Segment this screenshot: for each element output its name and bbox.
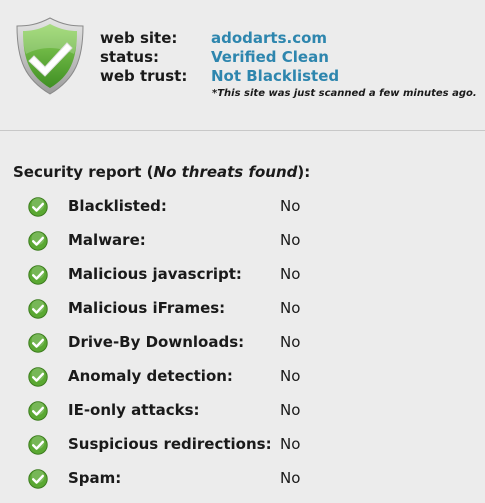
report-item-label: Suspicious redirections: — [68, 435, 272, 453]
report-item-value: No — [280, 299, 301, 317]
report-item-label: Malicious iFrames: — [68, 299, 226, 317]
report-item: Suspicious redirections: No — [0, 432, 485, 466]
report-item-label: Spam: — [68, 469, 122, 487]
check-circle-icon — [28, 401, 48, 421]
check-circle-icon — [28, 197, 48, 217]
web-site-row: web site: adodarts.com — [100, 29, 339, 48]
heading-suffix: ): — [297, 163, 311, 181]
report-item-value: No — [280, 231, 301, 249]
status-row: status: Verified Clean — [100, 48, 339, 67]
report-item-value: No — [280, 367, 301, 385]
shield-check-icon — [16, 17, 84, 95]
scan-note: *This site was just scanned a few minute… — [212, 88, 477, 99]
report-item: IE-only attacks: No — [0, 398, 485, 432]
check-circle-icon — [28, 231, 48, 251]
report-item-label: Drive-By Downloads: — [68, 333, 245, 351]
report-item: Malicious javascript: No — [0, 262, 485, 296]
check-circle-icon — [28, 367, 48, 387]
report-item-value: No — [280, 401, 301, 419]
web-site-value[interactable]: adodarts.com — [211, 29, 327, 48]
check-circle-icon — [28, 265, 48, 285]
report-item-label: Malicious javascript: — [68, 265, 242, 283]
check-circle-icon — [28, 299, 48, 319]
report-item-label: IE-only attacks: — [68, 401, 200, 419]
heading-prefix: Security report ( — [13, 163, 154, 181]
check-circle-icon — [28, 435, 48, 455]
report-item: Drive-By Downloads: No — [0, 330, 485, 364]
web-trust-row: web trust: Not Blacklisted — [100, 67, 339, 86]
report-item: Blacklisted: No — [0, 194, 485, 228]
heading-emphasis: No threats found — [153, 163, 298, 181]
web-trust-label: web trust: — [100, 67, 188, 85]
report-item: Malicious iFrames: No — [0, 296, 485, 330]
report-heading: Security report (No threats found): — [13, 163, 310, 181]
report-list: Blacklisted: No Malware: No Malicious javasc… — [0, 194, 485, 500]
site-summary: web site: adodarts.com status: Verified … — [0, 0, 485, 131]
report-item-label: Anomaly detection: — [68, 367, 233, 385]
report-item: Malware: No — [0, 228, 485, 262]
report-item-label: Malware: — [68, 231, 146, 249]
web-trust-value: Not Blacklisted — [211, 67, 340, 85]
report-item: Anomaly detection: No — [0, 364, 485, 398]
report-item-value: No — [280, 435, 301, 453]
report-item-label: Blacklisted: — [68, 197, 167, 215]
report-item-value: No — [280, 469, 301, 487]
status-value: Verified Clean — [211, 48, 329, 66]
web-site-label: web site: — [100, 29, 178, 47]
site-info: web site: adodarts.com status: Verified … — [100, 29, 339, 86]
check-circle-icon — [28, 469, 48, 489]
status-label: status: — [100, 48, 159, 66]
check-circle-icon — [28, 333, 48, 353]
report-item-value: No — [280, 197, 301, 215]
report-item-value: No — [280, 265, 301, 283]
report-item: Spam: No — [0, 466, 485, 500]
report-item-value: No — [280, 333, 301, 351]
